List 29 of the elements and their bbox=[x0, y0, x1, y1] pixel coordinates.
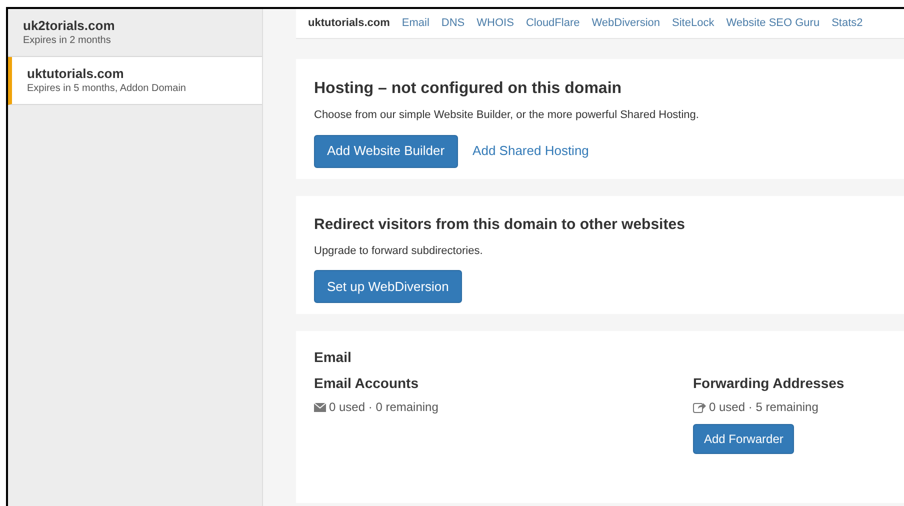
card-text: Choose from our simple Website Builder, or the more powerful Shared Hosting. bbox=[314, 108, 700, 123]
section-title: Forwarding Addresses bbox=[693, 374, 844, 393]
primary-button[interactable]: Add Website Builder bbox=[314, 134, 458, 168]
nav-link[interactable]: DNS bbox=[441, 15, 465, 32]
domain-item[interactable]: uktutorials.com Expires in 5 months, Addon Domain bbox=[8, 57, 262, 105]
usage-text: 0 used · 0 remaining bbox=[329, 399, 438, 416]
nav-link[interactable]: CloudFlare bbox=[526, 15, 580, 32]
primary-button[interactable]: Set up WebDiversion bbox=[314, 270, 462, 303]
card-title: Redirect visitors from this domain to other websites bbox=[314, 215, 686, 235]
section-title: Email Accounts bbox=[314, 374, 420, 393]
nav-link[interactable]: WebDiversion bbox=[592, 15, 660, 32]
card-title: Email bbox=[314, 348, 352, 367]
usage-text: 0 used · 5 remaining bbox=[709, 399, 818, 416]
nav-link[interactable]: Website SEO Guru bbox=[726, 15, 820, 32]
nav-domain: uktutorials.com bbox=[308, 16, 390, 32]
card-title: Hosting – not configured on this domain bbox=[314, 79, 623, 99]
domain-name: uk2torials.com bbox=[23, 18, 116, 34]
nav-link[interactable]: Stats2 bbox=[832, 15, 863, 32]
add-forwarder-button[interactable]: Add Forwarder bbox=[693, 424, 794, 454]
nav-link[interactable]: Email bbox=[402, 15, 430, 32]
shared-hosting-link[interactable]: Add Shared Hosting bbox=[472, 141, 589, 161]
domain-expiry: Expires in 2 months bbox=[23, 34, 112, 48]
card-text: Upgrade to forward subdirectories. bbox=[314, 244, 484, 258]
share-icon bbox=[693, 401, 706, 413]
nav-link[interactable]: SiteLock bbox=[672, 15, 714, 32]
envelope-icon bbox=[314, 402, 326, 412]
domain-expiry: Expires in 5 months, Addon Domain bbox=[27, 82, 187, 96]
domain-name: uktutorials.com bbox=[27, 66, 125, 82]
nav-link[interactable]: WHOIS bbox=[476, 15, 514, 32]
